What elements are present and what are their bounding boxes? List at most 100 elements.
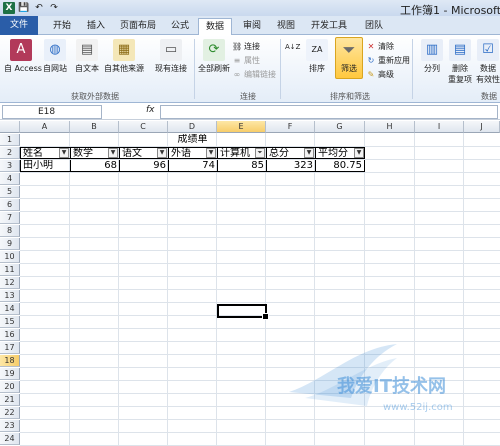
row-header[interactable]: 23 [0,420,20,432]
web-icon: ◍ [44,39,66,61]
tab-developer[interactable]: 开发工具 [304,18,354,35]
row-header[interactable]: 21 [0,394,20,406]
filter-dropdown-icon[interactable]: ▼ [59,148,69,158]
properties-button[interactable]: ≡ 属性 [232,55,260,66]
row-header[interactable]: 24 [0,433,20,445]
data-cell[interactable]: 74 [168,160,217,172]
row-header[interactable]: 8 [0,225,20,237]
refresh-all-button[interactable]: ⟳ 全部刷新 [194,39,234,74]
row-header[interactable]: 2 [0,147,20,159]
row-header[interactable]: 11 [0,264,20,276]
column-header[interactable]: D [168,121,217,133]
sort-button[interactable]: ZA 排序 [302,39,332,74]
data-cell[interactable]: 96 [119,160,168,172]
column-header[interactable]: G [315,121,365,133]
from-web-button[interactable]: ◍ 自网站 [40,39,70,74]
save-icon[interactable]: 💾 [18,2,30,14]
filter-label[interactable]: ⏷ 筛选 [335,39,363,74]
row-header[interactable]: 3 [0,160,20,172]
column-header[interactable]: I [415,121,464,133]
row-header[interactable]: 1 [0,134,20,146]
data-cell[interactable]: 80.75 [315,160,365,172]
gridline [20,354,500,355]
column-header[interactable]: E [217,121,266,133]
data-validation-button[interactable]: ☑ 数据 有效性 [476,39,500,85]
insert-function-icon[interactable]: fx [146,105,155,115]
filter-active-icon[interactable]: ⏷ [255,148,265,158]
sort-icon: ZA [306,39,328,61]
sheet-title[interactable]: 成绩单 [20,134,365,146]
data-cell[interactable]: 田小明 [20,160,70,172]
filter-dropdown-icon[interactable]: ▼ [354,148,364,158]
row-header[interactable]: 16 [0,329,20,341]
name-box[interactable]: E18 [2,105,102,119]
data-cell[interactable]: 68 [70,160,119,172]
edit-links-button[interactable]: ∞ 编辑链接 [232,69,276,80]
column-header[interactable]: C [119,121,168,133]
tab-data[interactable]: 数据 [198,18,232,36]
row-header[interactable]: 9 [0,238,20,250]
filter-dropdown-icon[interactable]: ▼ [304,148,314,158]
row-header[interactable]: 15 [0,316,20,328]
quick-access-toolbar: X 💾 ↶ ↷ [3,2,60,14]
group-data-tools: 数据 [481,92,497,101]
row-header[interactable]: 20 [0,381,20,393]
filter-dropdown-icon[interactable]: ▼ [157,148,167,158]
gridline [167,133,168,445]
worksheet-grid[interactable]: A B C D E F G H I J 1 2 3 4 5 6 7 8 9 10 11 12 13 14 1… [0,121,500,446]
tab-page-layout[interactable]: 页面布局 [114,18,162,35]
row-header[interactable]: 7 [0,212,20,224]
row-header[interactable]: 22 [0,407,20,419]
tab-team[interactable]: 团队 [358,18,390,35]
refresh-icon: ⟳ [203,39,225,61]
gridline [20,263,500,264]
gridline [20,289,500,290]
row-header[interactable]: 10 [0,251,20,263]
connections-button[interactable]: ⛓ 连接 [232,41,260,52]
undo-icon[interactable]: ↶ [33,2,45,14]
row-header[interactable]: 13 [0,290,20,302]
remove-duplicates-icon: ▤ [449,39,471,61]
row-header[interactable]: 17 [0,342,20,354]
row-header[interactable]: 14 [0,303,20,315]
row-header[interactable]: 4 [0,173,20,185]
column-header[interactable]: A [20,121,70,133]
data-cell[interactable]: 85 [217,160,266,172]
tab-view[interactable]: 视图 [270,18,302,35]
formula-input[interactable] [160,105,498,119]
row-header[interactable]: 12 [0,277,20,289]
row-header[interactable]: 6 [0,199,20,211]
tab-home[interactable]: 开始 [44,18,80,35]
redo-icon[interactable]: ↷ [48,2,60,14]
tab-formulas[interactable]: 公式 [164,18,196,35]
from-other-sources-button[interactable]: ▦ 自其他来源 [104,39,144,74]
from-access-button[interactable]: A 自 Access [4,39,42,74]
filter-dropdown-icon[interactable]: ▼ [206,148,216,158]
sort-asc-button[interactable]: A↓Z [284,43,300,61]
text-to-columns-button[interactable]: ▥ 分列 [418,39,446,74]
gridline [20,224,500,225]
remove-duplicates-button[interactable]: ▤ 删除 重复项 [448,39,472,85]
advanced-filter-button[interactable]: ✎ 高级 [366,69,394,80]
row-header[interactable]: 19 [0,368,20,380]
existing-connections-button[interactable]: ▭ 现有连接 [150,39,192,74]
active-cell-selection[interactable] [217,304,269,320]
column-header[interactable]: J [464,121,500,133]
tab-review[interactable]: 审阅 [236,18,268,35]
data-cell[interactable]: 323 [266,160,315,172]
tab-file[interactable]: 文件 [0,16,38,35]
column-header[interactable]: H [365,121,415,133]
column-header[interactable]: F [266,121,315,133]
clear-filter-button[interactable]: ✕ 清除 [366,41,394,52]
gridline [20,406,500,407]
title-bar: X 💾 ↶ ↷ 工作簿1 - Microsoft [0,0,500,17]
split-columns-icon: ▥ [421,39,443,61]
select-all-corner[interactable] [0,121,20,133]
column-header[interactable]: B [70,121,119,133]
row-header[interactable]: 5 [0,186,20,198]
tab-insert[interactable]: 插入 [80,18,112,35]
filter-dropdown-icon[interactable]: ▼ [108,148,118,158]
reapply-button[interactable]: ↻ 重新应用 [366,55,410,66]
from-text-button[interactable]: ▤ 自文本 [72,39,102,74]
row-header[interactable]: 18 [0,355,20,367]
